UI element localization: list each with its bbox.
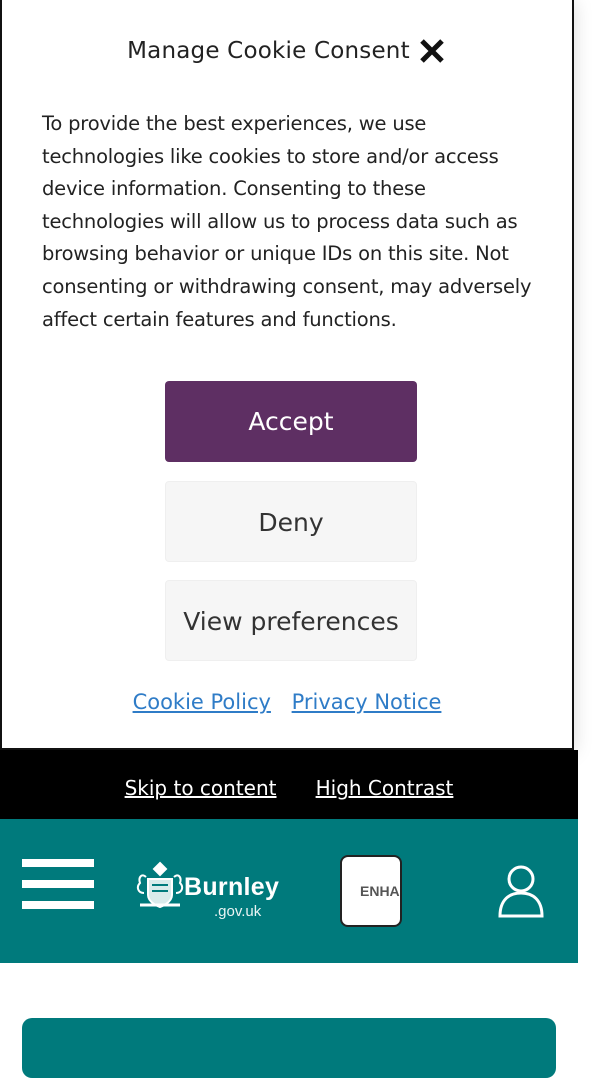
close-button[interactable] (417, 36, 447, 66)
enhance-button[interactable]: ENHANCE (340, 855, 402, 927)
accept-button[interactable]: Accept (165, 381, 417, 462)
cookie-dialog-header: Manage Cookie Consent (2, 36, 572, 72)
skip-to-content-link[interactable]: Skip to content (125, 776, 277, 800)
burnley-logo[interactable]: Burnley .gov.uk (132, 859, 292, 923)
accessibility-bar: Skip to content High Contrast (0, 750, 578, 819)
hamburger-menu-icon[interactable] (22, 859, 94, 911)
cookie-dialog-links: Cookie Policy Privacy Notice (2, 690, 572, 714)
cookie-policy-link[interactable]: Cookie Policy (133, 690, 271, 714)
user-account-button[interactable] (495, 862, 547, 920)
content-card (22, 1018, 556, 1078)
privacy-notice-link[interactable]: Privacy Notice (292, 690, 442, 714)
logo-name: Burnley (184, 873, 280, 901)
high-contrast-link[interactable]: High Contrast (316, 776, 454, 800)
view-preferences-button[interactable]: View preferences (165, 580, 417, 661)
crest-icon (136, 861, 184, 909)
logo-domain: .gov.uk (214, 903, 262, 920)
cookie-consent-dialog: Manage Cookie Consent To provide the bes… (0, 0, 574, 750)
enhance-button-label: ENHANCE (360, 883, 400, 899)
site-header: Burnley .gov.uk ENHANCE (0, 819, 578, 963)
close-icon (420, 39, 444, 63)
cookie-dialog-message: To provide the best experiences, we use … (42, 112, 532, 331)
deny-button[interactable]: Deny (165, 481, 417, 562)
user-account-icon (498, 865, 544, 918)
cookie-dialog-title: Manage Cookie Consent (127, 38, 410, 64)
